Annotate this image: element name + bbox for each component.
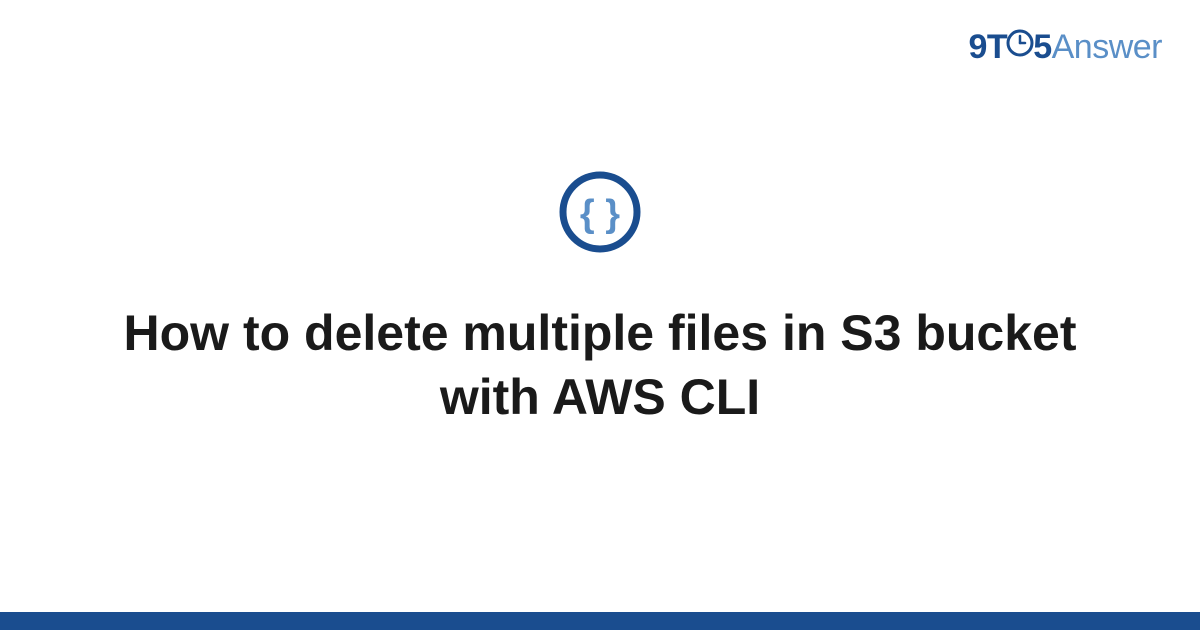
footer-accent-bar: [0, 612, 1200, 630]
logo-t: T: [987, 28, 1007, 66]
logo-answer: Answer: [1052, 28, 1162, 66]
svg-text:{ }: { }: [580, 193, 620, 235]
code-braces-icon: { }: [558, 170, 642, 259]
clock-icon: [1005, 28, 1035, 67]
brand-logo: 9T 5Answer: [969, 28, 1163, 69]
main-content: { } How to delete multiple files in S3 b…: [0, 170, 1200, 429]
page-title: How to delete multiple files in S3 bucke…: [110, 301, 1090, 429]
logo-five: 5: [1033, 28, 1051, 66]
logo-nine: 9: [969, 28, 987, 66]
